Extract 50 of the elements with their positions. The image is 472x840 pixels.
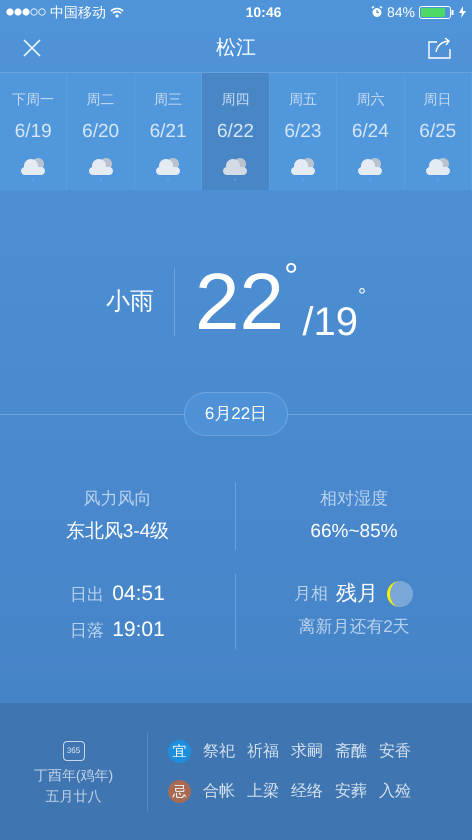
wind-value: 东北风3-4级 xyxy=(66,520,170,544)
forecast-day-tab[interactable]: 下周一 6/19 xyxy=(0,73,68,190)
wifi-icon xyxy=(110,6,124,18)
calendar-icon: 365 xyxy=(62,740,84,760)
new-moon-countdown: 离新月还有2天 xyxy=(298,616,410,638)
city-title: 松江 xyxy=(216,36,256,61)
forecast-day-tab[interactable]: 周二 6/20 xyxy=(67,73,135,190)
share-button[interactable] xyxy=(428,36,452,60)
carrier-name: 中国移动 xyxy=(50,2,106,22)
high-degree-sign: ° xyxy=(284,258,298,294)
crescent-moon-icon xyxy=(386,580,414,608)
battery-percent: 84% xyxy=(386,2,415,22)
almanac-activity: 祭祀 xyxy=(203,742,235,762)
sunrise-label: 日出 xyxy=(70,584,104,606)
high-temperature: 22 xyxy=(195,262,284,342)
sunset-time: 19:01 xyxy=(112,616,165,642)
almanac-activity: 入殓 xyxy=(379,782,411,802)
weather-condition: 小雨 xyxy=(106,268,175,336)
humidity-label: 相对湿度 xyxy=(320,488,388,510)
almanac-activity: 求嗣 xyxy=(291,742,323,762)
battery-icon xyxy=(419,6,455,18)
charging-bolt-icon xyxy=(459,6,466,18)
almanac-activity: 安香 xyxy=(379,742,411,762)
almanac-activity: 上梁 xyxy=(247,782,279,802)
status-time: 10:46 xyxy=(246,2,282,22)
almanac-activity: 斋醮 xyxy=(335,742,367,762)
forecast-day-tab[interactable]: 周五 6/23 xyxy=(270,73,338,190)
forecast-day-tab[interactable]: 周日 6/25 xyxy=(404,73,472,190)
almanac-badge: 宜 xyxy=(168,740,191,763)
forecast-day-tab[interactable]: 周六 6/24 xyxy=(337,73,405,190)
moon-label: 月相 xyxy=(294,583,328,605)
forecast-day-tab[interactable]: 周三 6/21 xyxy=(134,73,202,190)
signal-icon xyxy=(6,8,46,16)
wind-label: 风力风向 xyxy=(84,488,152,510)
almanac-activity: 经络 xyxy=(291,782,323,802)
low-degree-sign: ° xyxy=(358,286,366,306)
low-temperature: /19 xyxy=(302,302,358,342)
moon-phase: 残月 xyxy=(336,581,378,607)
alarm-icon xyxy=(370,6,383,18)
sunset-label: 日落 xyxy=(70,620,104,642)
lunar-year: 丁酉年(鸡年) xyxy=(34,766,114,785)
humidity-value: 66%~85% xyxy=(310,520,398,544)
almanac-activity: 安葬 xyxy=(335,782,367,802)
sunrise-time: 04:51 xyxy=(112,581,165,607)
date-pill: 6月22日 xyxy=(184,392,288,436)
almanac-activity: 合帐 xyxy=(203,782,235,802)
almanac-badge: 忌 xyxy=(168,780,191,803)
forecast-day-tab[interactable]: 周四 6/22 xyxy=(202,73,270,190)
almanac-activity: 祈福 xyxy=(247,742,279,762)
lunar-date: 五月廿八 xyxy=(46,786,102,806)
